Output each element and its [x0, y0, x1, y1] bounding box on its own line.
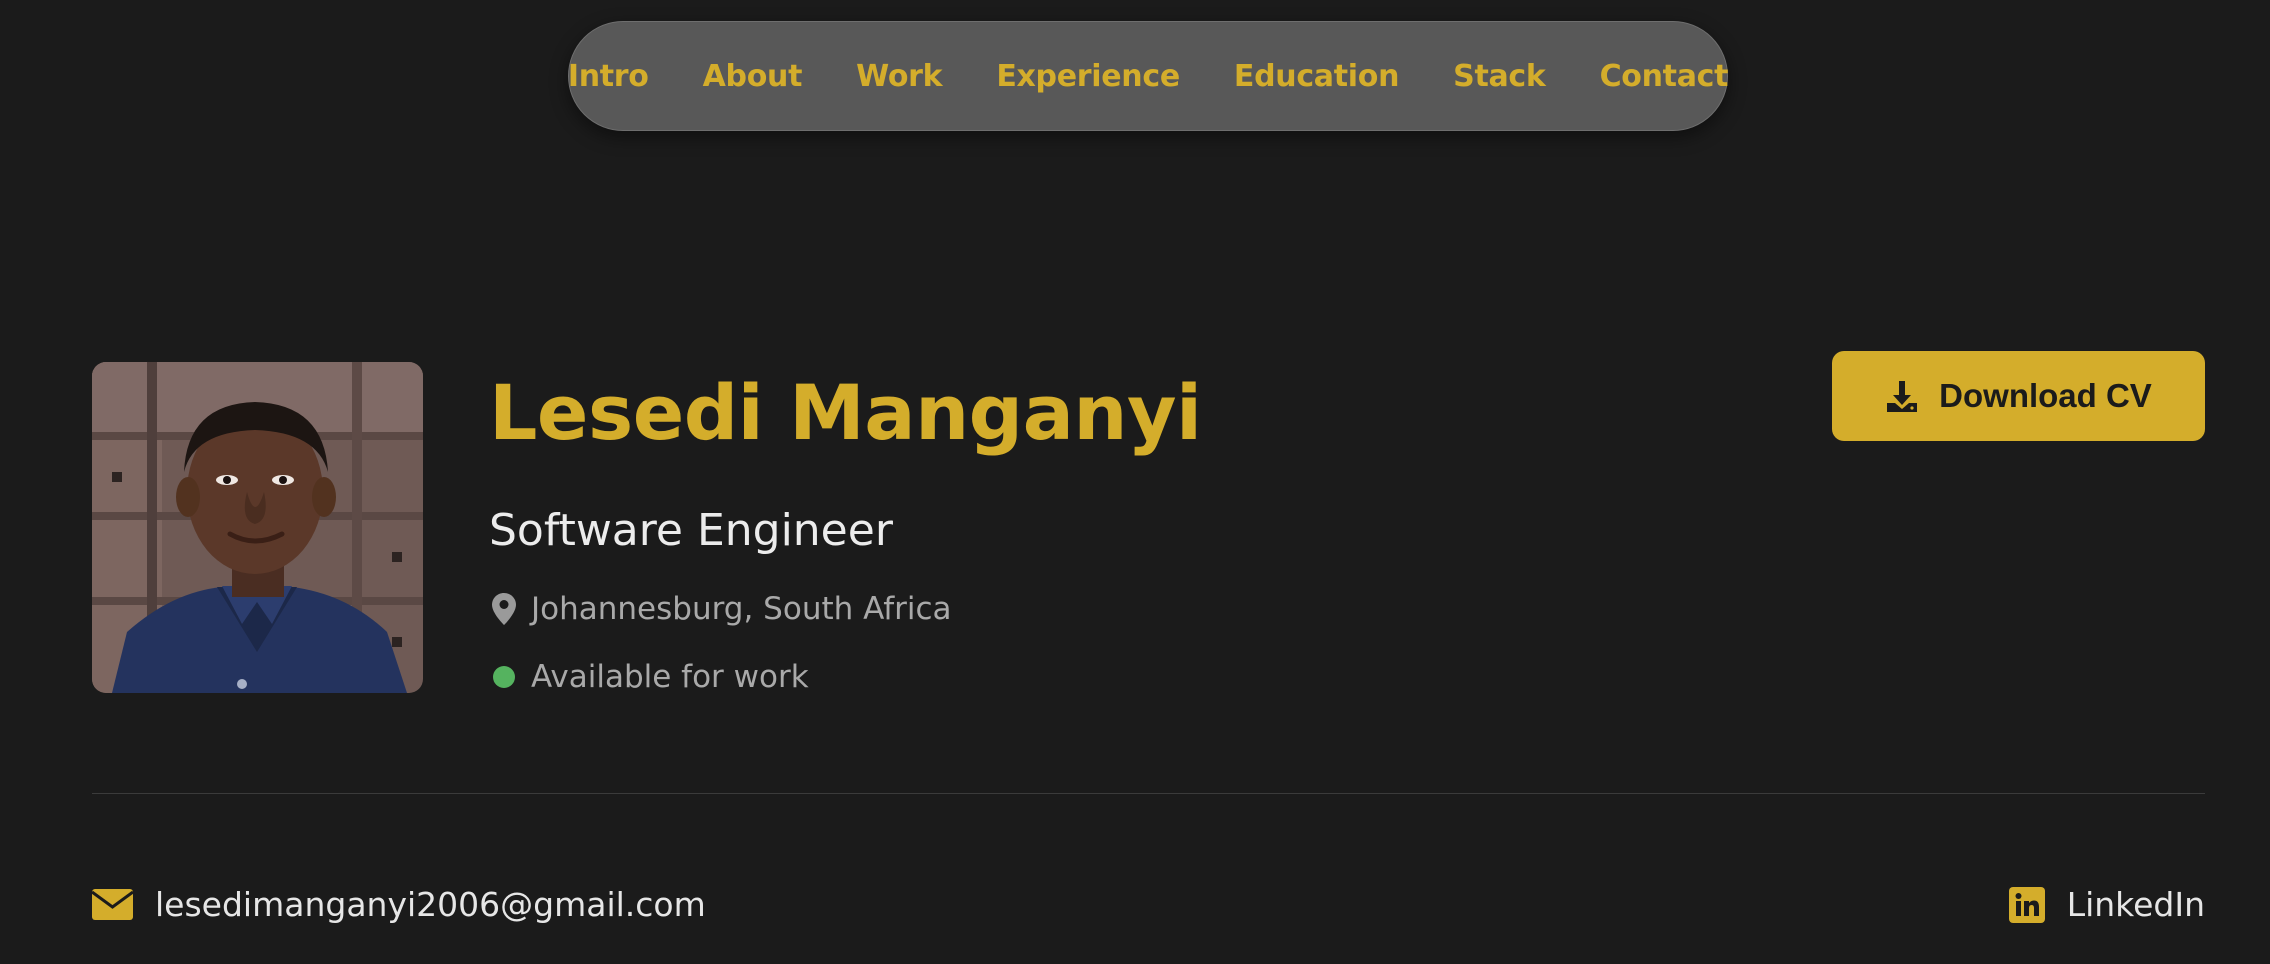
profile-role: Software Engineer	[489, 505, 893, 556]
envelope-icon	[92, 889, 133, 920]
email-contact-link[interactable]: lesedimanganyi2006@gmail.com	[92, 885, 706, 924]
availability-status: Available for work	[489, 659, 809, 695]
section-divider	[92, 793, 2205, 794]
linkedin-label: LinkedIn	[2066, 885, 2205, 924]
location-text: Johannesburg, South Africa	[531, 591, 952, 627]
linkedin-link[interactable]: LinkedIn	[2008, 885, 2205, 924]
top-navigation: Intro About Work Experience Education St…	[568, 21, 1728, 131]
download-icon	[1887, 381, 1918, 412]
nav-item-work[interactable]: Work	[829, 59, 969, 94]
profile-photo	[92, 362, 423, 693]
profile-location: Johannesburg, South Africa	[489, 591, 952, 627]
availability-text: Available for work	[531, 659, 809, 695]
status-dot-icon	[493, 666, 515, 688]
download-cv-label: Download CV	[1939, 377, 2152, 414]
map-pin-icon	[489, 591, 519, 627]
nav-item-contact[interactable]: Contact	[1573, 59, 1756, 94]
nav-item-experience[interactable]: Experience	[969, 59, 1207, 94]
nav-item-education[interactable]: Education	[1207, 59, 1426, 94]
linkedin-icon	[2008, 886, 2045, 923]
download-cv-button[interactable]: Download CV	[1832, 351, 2205, 441]
profile-name: Lesedi Manganyi	[489, 368, 1202, 457]
portfolio-page: Intro About Work Experience Education St…	[0, 0, 2270, 964]
nav-item-stack[interactable]: Stack	[1426, 59, 1572, 94]
nav-item-intro[interactable]: Intro	[541, 59, 676, 94]
nav-item-about[interactable]: About	[676, 59, 830, 94]
email-address: lesedimanganyi2006@gmail.com	[155, 885, 706, 924]
